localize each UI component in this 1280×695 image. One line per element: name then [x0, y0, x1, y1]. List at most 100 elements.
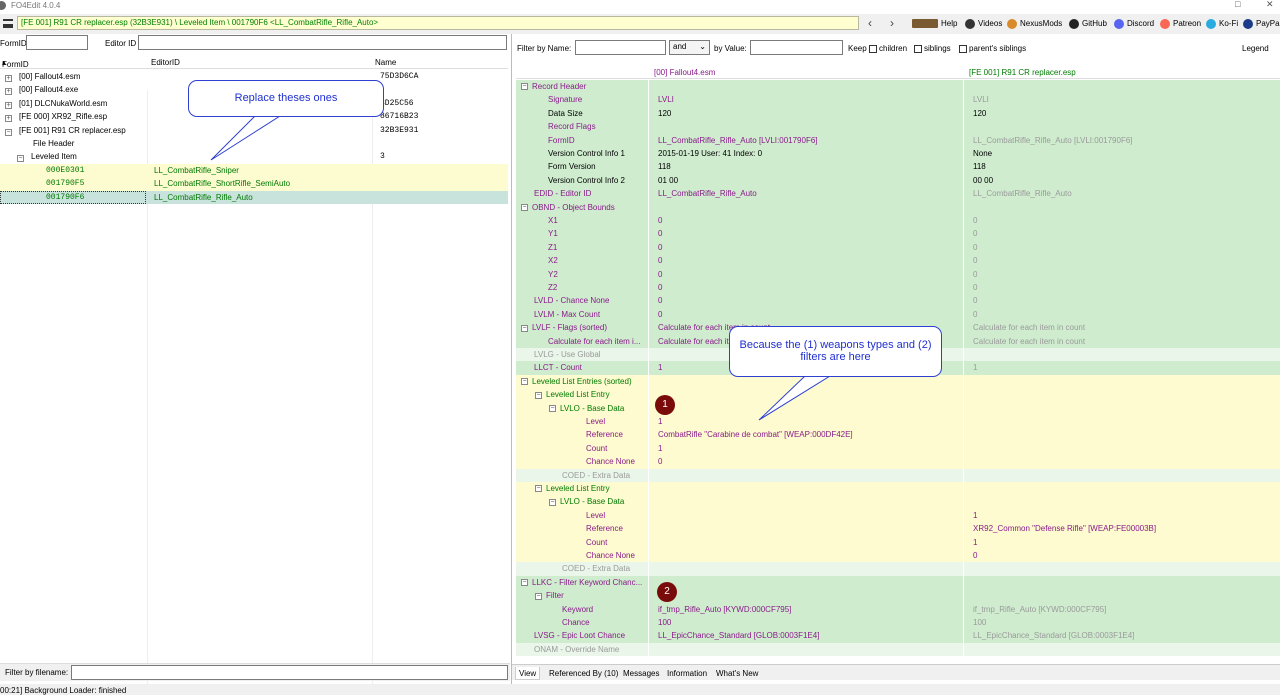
grid-row[interactable]: Chance None 0: [516, 549, 1280, 563]
tab-view[interactable]: View: [515, 667, 541, 680]
grid-cell-fallout4: 1: [650, 441, 964, 456]
collapse-icon[interactable]: −: [521, 324, 528, 332]
nexusmods-button[interactable]: NexusMods: [1007, 17, 1062, 31]
siblings-checkbox[interactable]: siblings: [914, 44, 951, 53]
grid-row[interactable]: LVLM - Max Count 0 0: [516, 307, 1280, 322]
collapse-icon[interactable]: −: [549, 404, 556, 412]
filter-filename-label: Filter by filename:: [5, 668, 69, 677]
collapse-icon[interactable]: −: [521, 579, 528, 587]
grid-row[interactable]: Version Control Info 1 2015-01-19 User: 4…: [516, 147, 1280, 161]
grid-row[interactable]: Count 1: [516, 535, 1280, 549]
grid-cell-replacer: [965, 469, 1280, 482]
collapse-icon[interactable]: −: [521, 83, 528, 91]
tree-row[interactable]: 000E0301 LL_CombatRifle_Sniper: [0, 163, 508, 178]
col-editorid[interactable]: EditorID: [151, 58, 180, 67]
grid-cell-replacer: 00 00: [973, 175, 994, 185]
grid-row[interactable]: Keyword if_tmp_Rifle_Auto [KYWD:000CF795]…: [516, 602, 1280, 616]
discord-button[interactable]: Discord: [1114, 17, 1154, 31]
menu-icon[interactable]: [3, 19, 13, 28]
tree-row[interactable]: 001790F6 LL_CombatRifle_Rifle_Auto: [0, 190, 508, 204]
editorid-input[interactable]: [138, 35, 507, 50]
filter-filename-input[interactable]: [71, 665, 508, 680]
grid-row[interactable]: Chance None 0: [516, 455, 1280, 469]
videos-button[interactable]: Videos: [965, 17, 1002, 31]
collapse-icon[interactable]: −: [535, 485, 542, 493]
grid-row[interactable]: LVLD - Chance None 0 0: [516, 294, 1280, 308]
legend-button[interactable]: Legend: [1242, 44, 1269, 53]
patreon-button[interactable]: Patreon: [1160, 17, 1201, 31]
grid-row[interactable]: Data Size 120 120: [516, 106, 1280, 121]
grid-row[interactable]: − OBND - Object Bounds: [516, 200, 1280, 214]
collapse-icon[interactable]: −: [521, 203, 528, 211]
back-arrow-icon[interactable]: ‹: [868, 16, 872, 30]
grid-row[interactable]: Record Flags: [516, 120, 1280, 134]
grid-row[interactable]: Z1 0 0: [516, 240, 1280, 255]
tab-information[interactable]: Information: [664, 667, 710, 680]
grid-row[interactable]: Z2 0 0: [516, 281, 1280, 295]
grid-cell-label: Chance: [516, 616, 649, 630]
filter-value-input[interactable]: [750, 40, 843, 55]
grid-row[interactable]: Chance 100 100: [516, 616, 1280, 630]
tree-row[interactable]: File Header: [0, 137, 508, 150]
grid-row[interactable]: − LVLO - Base Data: [516, 495, 1280, 509]
col-name[interactable]: Name: [375, 58, 396, 67]
tab-referenced-by-10[interactable]: Referenced By (10): [546, 667, 621, 680]
paypal-icon: [1243, 18, 1253, 29]
grid-row[interactable]: − LVLO - Base Data: [516, 401, 1280, 415]
grid-row[interactable]: ONAM - Override Name: [516, 642, 1280, 657]
filename-filter-bar: Filter by filename:: [0, 663, 510, 681]
parents-siblings-checkbox[interactable]: parent's siblings: [959, 44, 1026, 53]
grid-row[interactable]: − Leveled List Entry: [516, 482, 1280, 496]
grid-row[interactable]: COED - Extra Data: [516, 468, 1280, 482]
tree-row[interactable]: 001790F5 LL_CombatRifle_ShortRifle_SemiAu…: [0, 177, 508, 191]
window-title: FO4Edit 4.0.4: [11, 1, 61, 10]
grid-row[interactable]: Signature LVLI LVLI: [516, 93, 1280, 107]
restore-icon[interactable]: □: [1235, 0, 1240, 9]
tab-what-s-new[interactable]: What's New: [713, 667, 761, 680]
collapse-icon[interactable]: −: [535, 391, 542, 399]
tree-row[interactable]: − [FE 001] R91 CR replacer.esp 32B3E931: [0, 124, 508, 137]
children-checkbox[interactable]: children: [869, 44, 907, 53]
grid-row[interactable]: Reference XR92_Common "Defense Rifle" [WE…: [516, 522, 1280, 536]
help-button[interactable]: Help: [912, 17, 957, 31]
col-formid[interactable]: FormID ▴: [2, 58, 29, 69]
tab-messages[interactable]: Messages: [620, 667, 662, 680]
tree-row[interactable]: − Leveled Item 3: [0, 150, 508, 163]
grid-row[interactable]: Count 1: [516, 441, 1280, 456]
grid-row[interactable]: Form Version 118 118: [516, 160, 1280, 174]
grid-row[interactable]: X1 0 0: [516, 214, 1280, 228]
grid-row[interactable]: Level 1: [516, 508, 1280, 523]
grid-row[interactable]: FormID LL_CombatRifle_Rifle_Auto [LVLI:00…: [516, 133, 1280, 147]
grid-cell-fallout4: [650, 80, 964, 94]
grid-row[interactable]: − Leveled List Entry: [516, 388, 1280, 402]
collapse-icon[interactable]: −: [535, 592, 542, 600]
grid-row[interactable]: Version Control Info 2 01 00 00 00: [516, 173, 1280, 188]
collapse-icon[interactable]: −: [521, 378, 528, 386]
grid-cell-replacer: 100: [973, 618, 987, 627]
grid-row[interactable]: EDID - Editor ID LL_CombatRifle_Rifle_Aut…: [516, 187, 1280, 201]
status-bar: 00:21] Background Loader: finished: [0, 684, 1280, 695]
tree-cell-formid: 001790F5: [46, 179, 85, 189]
grid-row[interactable]: − Filter: [516, 589, 1280, 603]
grid-row[interactable]: Reference CombatRifle "Carabine de combat…: [516, 428, 1280, 442]
grid-label-text: OBND - Object Bounds: [532, 202, 615, 212]
grid-cell-fallout4: [650, 388, 964, 402]
collapse-icon[interactable]: −: [549, 498, 556, 506]
formid-input[interactable]: [26, 35, 88, 50]
grid-row[interactable]: − Record Header: [516, 80, 1280, 94]
grid-row[interactable]: Y2 0 0: [516, 267, 1280, 281]
grid-cell-replacer: [965, 643, 1280, 656]
filter-op-select[interactable]: and ⌄: [669, 40, 710, 55]
grid-row[interactable]: LVSG - Epic Loot Chance LL_EpicChance_Sta…: [516, 629, 1280, 643]
grid-row[interactable]: Y1 0 0: [516, 227, 1280, 241]
forward-arrow-icon[interactable]: ›: [890, 16, 894, 30]
kofi-button[interactable]: Ko-Fi: [1206, 17, 1238, 31]
github-button[interactable]: GitHub: [1069, 17, 1107, 31]
filter-name-input[interactable]: [575, 40, 666, 55]
grid-row[interactable]: X2 0 0: [516, 254, 1280, 268]
grid-row[interactable]: Level 1: [516, 415, 1280, 429]
close-icon[interactable]: ✕: [1266, 0, 1274, 10]
grid-row[interactable]: COED - Extra Data: [516, 562, 1280, 576]
grid-row[interactable]: − LLKC - Filter Keyword Chanc...: [516, 575, 1280, 590]
paypal-button[interactable]: PayPal: [1243, 17, 1280, 31]
